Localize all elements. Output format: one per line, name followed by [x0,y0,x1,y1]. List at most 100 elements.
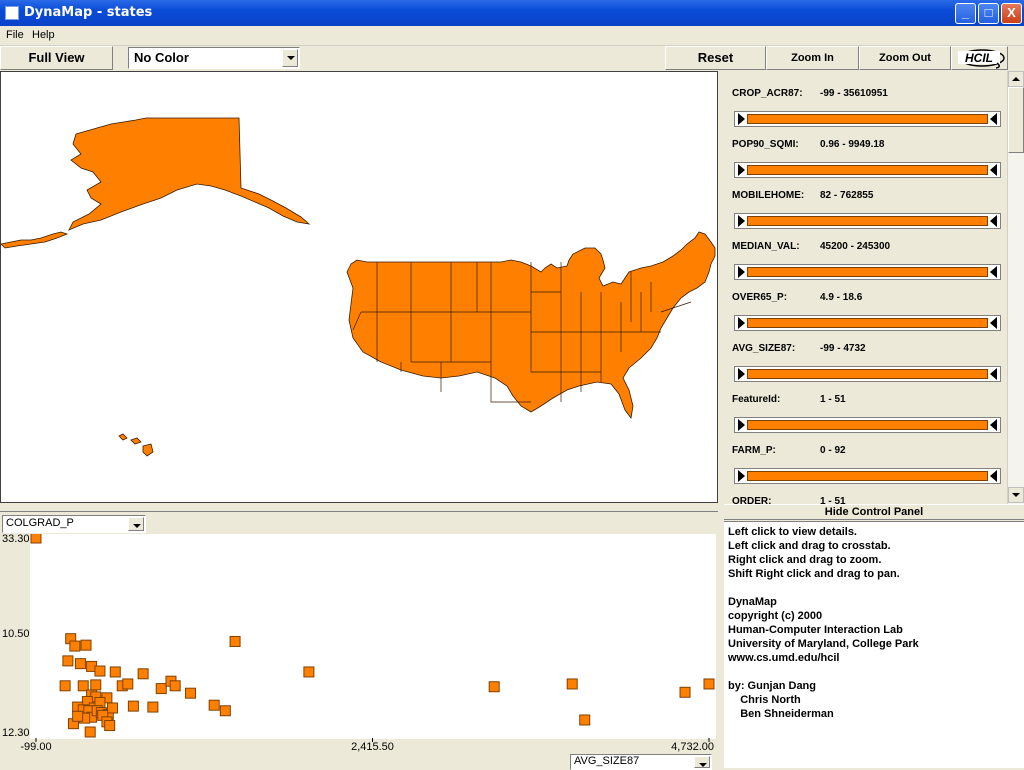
scatter-point[interactable] [303,666,315,678]
scatter-point[interactable] [184,687,196,699]
scatter-point[interactable] [679,686,691,698]
scatter-point[interactable] [219,705,231,717]
range-slider[interactable] [734,264,1001,280]
slider-range-bar[interactable] [747,420,988,430]
range-slider[interactable] [734,468,1001,484]
slider-right-thumb-icon[interactable] [989,317,999,329]
slider-range-bar[interactable] [747,267,988,277]
menu-bar: File Help [0,26,1024,46]
scatter-point[interactable] [122,678,134,690]
slider-left-thumb-icon[interactable] [736,266,746,278]
slider-left-thumb-icon[interactable] [736,317,746,329]
info-line: DynaMap [728,596,777,608]
slider-right-thumb-icon[interactable] [989,215,999,227]
x-axis-select-value: AVG_SIZE87 [574,755,640,767]
toolbar: Full View No Color Reset Zoom In Zoom Ou… [0,46,1024,70]
slider-label: AVG_SIZE87: [732,343,796,354]
scatter-point[interactable] [72,710,84,722]
scatter-point[interactable] [703,678,715,690]
slider-left-thumb-icon[interactable] [736,419,746,431]
full-view-button[interactable]: Full View [0,46,113,70]
color-select[interactable]: No Color [128,47,300,69]
scatter-point[interactable] [488,681,500,693]
control-panel-scrollbar[interactable] [1007,71,1024,504]
slider-right-thumb-icon[interactable] [989,113,999,125]
scatter-point[interactable] [109,666,121,678]
range-slider[interactable] [734,366,1001,382]
scatter-point[interactable] [59,680,71,692]
zoom-in-button[interactable]: Zoom In [766,46,859,70]
scatter-point[interactable] [566,678,578,690]
range-slider[interactable] [734,417,1001,433]
slider-right-thumb-icon[interactable] [989,470,999,482]
scatter-point[interactable] [137,668,149,680]
scatter-point[interactable] [94,665,106,677]
slider-range-bar[interactable] [747,216,988,226]
scatter-point[interactable] [69,640,81,652]
slider-left-thumb-icon[interactable] [736,470,746,482]
slider-range-bar[interactable] [747,318,988,328]
scroll-thumb[interactable] [1008,87,1024,153]
scatter-point[interactable] [62,655,74,667]
scatter-point[interactable] [30,534,42,544]
scroll-down-button[interactable] [1008,487,1024,503]
scatter-point[interactable] [147,701,159,713]
chevron-down-icon[interactable] [694,756,710,768]
scatter-point[interactable] [229,635,241,647]
minimize-button[interactable]: _ [955,3,976,24]
map-view[interactable] [0,71,718,503]
scatter-point[interactable] [77,680,89,692]
slider-right-thumb-icon[interactable] [989,164,999,176]
y-axis-select[interactable]: COLGRAD_P [2,515,146,533]
slider-left-thumb-icon[interactable] [736,113,746,125]
scroll-up-button[interactable] [1008,71,1024,87]
scatter-point[interactable] [74,658,86,670]
slider-range-value: 1 - 51 [820,394,846,405]
chevron-down-icon[interactable] [128,517,144,531]
slider-range-value: 4.9 - 18.6 [820,292,863,303]
chevron-down-icon[interactable] [282,49,298,67]
slider-range-bar[interactable] [747,471,988,481]
slider-range-bar[interactable] [747,165,988,175]
scatter-point[interactable] [80,639,92,651]
slider-left-thumb-icon[interactable] [736,215,746,227]
scatter-point[interactable] [104,720,116,732]
scatter-point[interactable] [579,714,591,726]
info-line: Ben Shneiderman [728,708,834,720]
scatter-point[interactable] [127,700,139,712]
slider-right-thumb-icon[interactable] [989,419,999,431]
scatter-point[interactable] [208,699,220,711]
scatter-plot-panel[interactable]: COLGRAD_P 33.30 10.50 12.30 -99.00 2,415.50 4… [0,511,718,770]
scatter-point[interactable] [155,683,167,695]
scatter-point[interactable] [84,726,96,738]
menu-help[interactable]: Help [32,29,55,41]
scatter-chart[interactable]: 33.30 10.50 12.30 -99.00 2,415.50 4,732.00 [0,534,718,764]
slider-left-thumb-icon[interactable] [736,164,746,176]
slider-label: MEDIAN_VAL: [732,241,800,252]
close-button[interactable]: X [1001,3,1022,24]
slider-label: MOBILEHOME: [732,190,805,201]
info-line: Human-Computer Interaction Lab [728,624,903,636]
query-sliders: CROP_ACR87: -99 - 35610951 POP90_SQMI: 0.96… [724,71,1007,504]
slider-label: CROP_ACR87: [732,88,803,99]
scatter-point[interactable] [90,679,102,691]
hide-control-panel-button[interactable]: Hide Control Panel [724,504,1024,520]
scatter-point[interactable] [169,680,181,692]
slider-range-bar[interactable] [747,369,988,379]
range-slider[interactable] [734,111,1001,127]
slider-left-thumb-icon[interactable] [736,368,746,380]
slider-right-thumb-icon[interactable] [989,266,999,278]
range-slider[interactable] [734,213,1001,229]
maximize-button[interactable]: □ [978,3,999,24]
us-states-map[interactable] [1,72,718,503]
slider-range-bar[interactable] [747,114,988,124]
zoom-out-button[interactable]: Zoom Out [859,46,951,70]
range-slider[interactable] [734,315,1001,331]
slider-right-thumb-icon[interactable] [989,368,999,380]
info-panel: Left click to view details. Left click an… [724,521,1024,768]
scatter-point[interactable] [106,702,118,714]
menu-file[interactable]: File [6,29,24,41]
control-panel: CROP_ACR87: -99 - 35610951 POP90_SQMI: 0.96… [724,71,1024,504]
reset-button[interactable]: Reset [665,46,766,70]
range-slider[interactable] [734,162,1001,178]
